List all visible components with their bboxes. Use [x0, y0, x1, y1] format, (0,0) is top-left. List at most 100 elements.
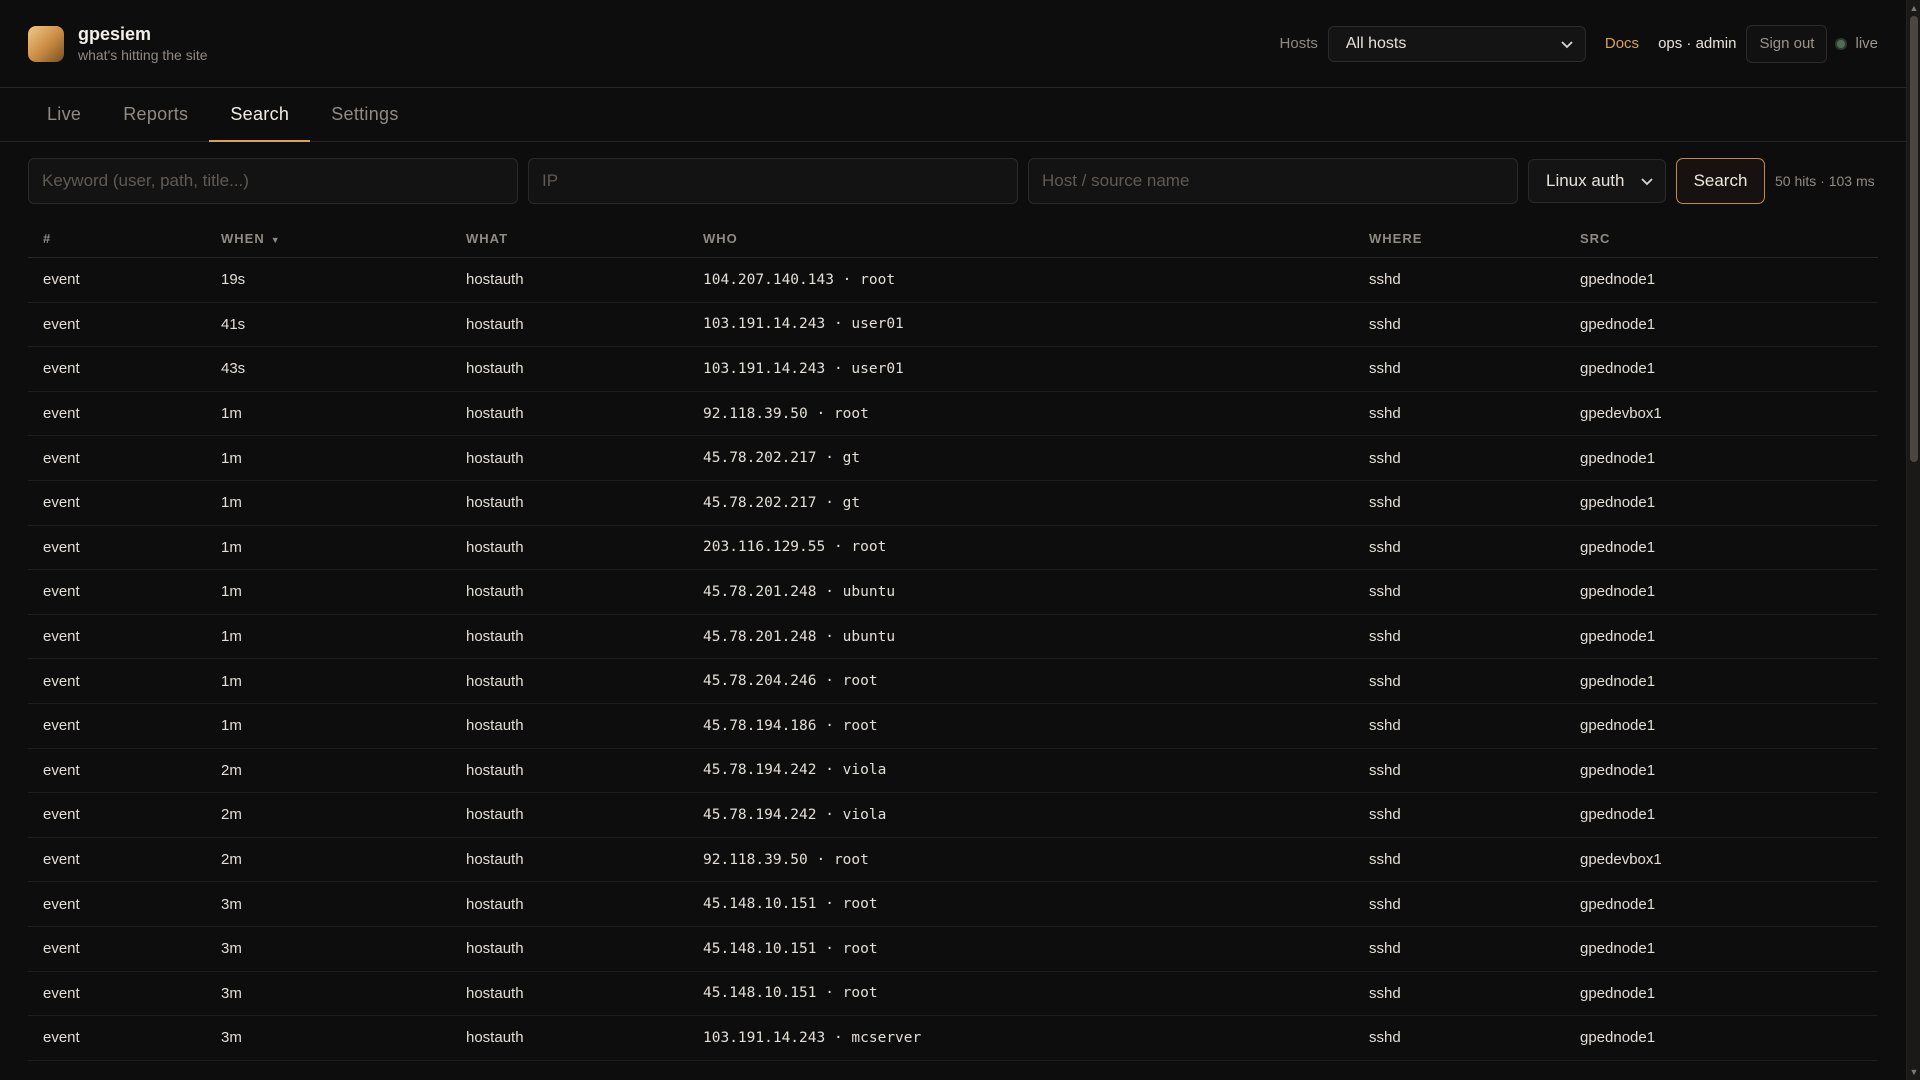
cell-num: event [43, 717, 80, 735]
cell-src: gpednode1 [1580, 895, 1656, 913]
cell-when: 2m [221, 761, 242, 779]
table-row[interactable]: event 2m hostauth 45.78.194.242 · viola sshd… [28, 749, 1878, 794]
cell-num: event [43, 940, 80, 958]
scroll-thumb[interactable] [1910, 16, 1918, 462]
cell-src: gpednode1 [1580, 672, 1656, 690]
host-source-input[interactable]: Host / source name [1028, 158, 1518, 204]
cell-num: event [43, 984, 80, 1002]
cell-when: 1m [221, 717, 242, 735]
cell-what: hostauth [466, 494, 524, 512]
cell-who: 45.78.194.186 · root [703, 717, 878, 734]
cell-where: sshd [1369, 449, 1401, 467]
cell-what: hostauth [466, 1029, 524, 1047]
cell-src: gpednode1 [1580, 360, 1656, 378]
cell-num: event [43, 1029, 80, 1047]
table-row[interactable]: event 1m hostauth 45.78.202.217 · gt sshd gpe… [28, 436, 1878, 481]
table-row[interactable]: event 3m hostauth 103.191.14.243 · mcserver… [28, 1016, 1878, 1061]
docs-link[interactable]: Docs [1605, 35, 1639, 52]
cell-what: hostauth [466, 895, 524, 913]
col-header-when[interactable]: WHEN ▼ [206, 231, 451, 246]
col-header-num[interactable]: # [28, 231, 206, 246]
results-table: # WHEN ▼ WHAT WHO WHERE SRC event 19s hosta… [28, 220, 1878, 1061]
table-row[interactable]: event 1m hostauth 45.78.201.248 · ubuntu ssh… [28, 615, 1878, 660]
tab-live[interactable]: Live [26, 88, 102, 141]
col-header-who[interactable]: WHO [688, 231, 1354, 246]
cell-when: 19s [221, 271, 246, 289]
table-row[interactable]: event 1m hostauth 45.78.194.186 · root sshd g… [28, 704, 1878, 749]
table-row[interactable]: event 2m hostauth 45.78.194.242 · viola sshd… [28, 793, 1878, 838]
cell-where: sshd [1369, 494, 1401, 512]
table-row[interactable]: event 3m hostauth 45.148.10.151 · root sshd g… [28, 882, 1878, 927]
table-row[interactable]: event 3m hostauth 45.148.10.151 · root sshd g… [28, 927, 1878, 972]
cell-num: event [43, 494, 80, 512]
cell-when: 2m [221, 851, 242, 869]
cell-what: hostauth [466, 628, 524, 646]
cell-who: 45.78.201.248 · ubuntu [703, 583, 896, 600]
cell-when: 1m [221, 449, 242, 467]
table-row[interactable]: event 1m hostauth 45.78.201.248 · ubuntu ssh… [28, 570, 1878, 615]
cell-who: 92.118.39.50 · root [703, 405, 869, 422]
cell-what: hostauth [466, 538, 524, 556]
cell-src: gpednode1 [1580, 271, 1656, 289]
app-window: gpesiem what's hitting the site Hosts Al… [0, 0, 1906, 1080]
cell-what: hostauth [466, 672, 524, 690]
cell-where: sshd [1369, 984, 1401, 1002]
event-type-value: Linux auth [1546, 171, 1625, 190]
table-row[interactable]: event 2m hostauth 92.118.39.50 · root sshd gp… [28, 838, 1878, 883]
tab-bar: Live Reports Search Settings [0, 88, 1906, 142]
table-row[interactable]: event 1m hostauth 92.118.39.50 · root sshd gp… [28, 392, 1878, 437]
hosts-select[interactable]: All hosts [1327, 25, 1586, 62]
cell-where: sshd [1369, 717, 1401, 735]
cell-where: sshd [1369, 761, 1401, 779]
cell-who: 104.207.140.143 · root [703, 271, 896, 288]
cell-num: event [43, 895, 80, 913]
tab-settings[interactable]: Settings [310, 88, 419, 141]
sign-out-button[interactable]: Sign out [1746, 24, 1828, 63]
cell-who: 103.191.14.243 · user01 [703, 360, 904, 377]
table-row[interactable]: event 19s hostauth 104.207.140.143 · root ss… [28, 258, 1878, 303]
cell-when: 1m [221, 538, 242, 556]
tab-reports[interactable]: Reports [102, 88, 209, 141]
ip-placeholder: IP [542, 171, 559, 190]
cell-what: hostauth [466, 806, 524, 824]
hosts-select-value: All hosts [1345, 34, 1407, 52]
cell-src: gpedevbox1 [1580, 851, 1662, 869]
cell-num: event [43, 538, 80, 556]
keyword-placeholder: Keyword (user, path, title...) [42, 171, 249, 190]
cell-src: gpednode1 [1580, 984, 1656, 1002]
cell-src: gpednode1 [1580, 1029, 1656, 1047]
event-type-select[interactable]: Linux auth [1528, 159, 1666, 203]
cell-who: 45.78.202.217 · gt [703, 494, 861, 511]
cell-what: hostauth [466, 984, 524, 1002]
keyword-input[interactable]: Keyword (user, path, title...) [28, 158, 518, 204]
table-row[interactable]: event 1m hostauth 45.78.204.246 · root sshd g… [28, 659, 1878, 704]
col-header-where[interactable]: WHERE [1354, 231, 1565, 246]
app-name: gpesiem [78, 24, 152, 44]
cell-where: sshd [1369, 628, 1401, 646]
live-indicator[interactable]: live [1835, 35, 1878, 52]
header-controls: Hosts All hosts Docs ops · admin Sign ou… [1280, 24, 1878, 63]
cell-what: hostauth [466, 940, 524, 958]
cell-when: 43s [221, 360, 246, 378]
search-bar: Keyword (user, path, title...) IP Host /… [0, 158, 1906, 204]
table-row[interactable]: event 43s hostauth 103.191.14.243 · user01 s… [28, 347, 1878, 392]
cell-num: event [43, 761, 80, 779]
table-row[interactable]: event 41s hostauth 103.191.14.243 · user01 s… [28, 303, 1878, 348]
table-row[interactable]: event 3m hostauth 45.148.10.151 · root sshd g… [28, 972, 1878, 1017]
app-logo-icon[interactable] [28, 25, 64, 62]
status-dot-icon [1835, 37, 1848, 50]
col-header-when-label: WHEN [221, 231, 265, 246]
table-row[interactable]: event 1m hostauth 203.116.129.55 · root sshd… [28, 526, 1878, 571]
tab-search[interactable]: Search [209, 88, 311, 142]
search-button[interactable]: Search [1676, 158, 1765, 204]
col-header-what[interactable]: WHAT [451, 231, 688, 246]
table-row[interactable]: event 1m hostauth 45.78.202.217 · gt sshd gpe… [28, 481, 1878, 526]
col-header-src[interactable]: SRC [1565, 231, 1878, 246]
ip-input[interactable]: IP [528, 158, 1018, 204]
page-scrollbar[interactable]: ▲ ▼ [1906, 0, 1920, 1080]
scroll-up-arrow-icon[interactable]: ▲ [1909, 3, 1919, 13]
scroll-down-arrow-icon[interactable]: ▼ [1909, 1067, 1919, 1077]
cell-where: sshd [1369, 360, 1401, 378]
cell-what: hostauth [466, 315, 524, 333]
cell-where: sshd [1369, 851, 1401, 869]
